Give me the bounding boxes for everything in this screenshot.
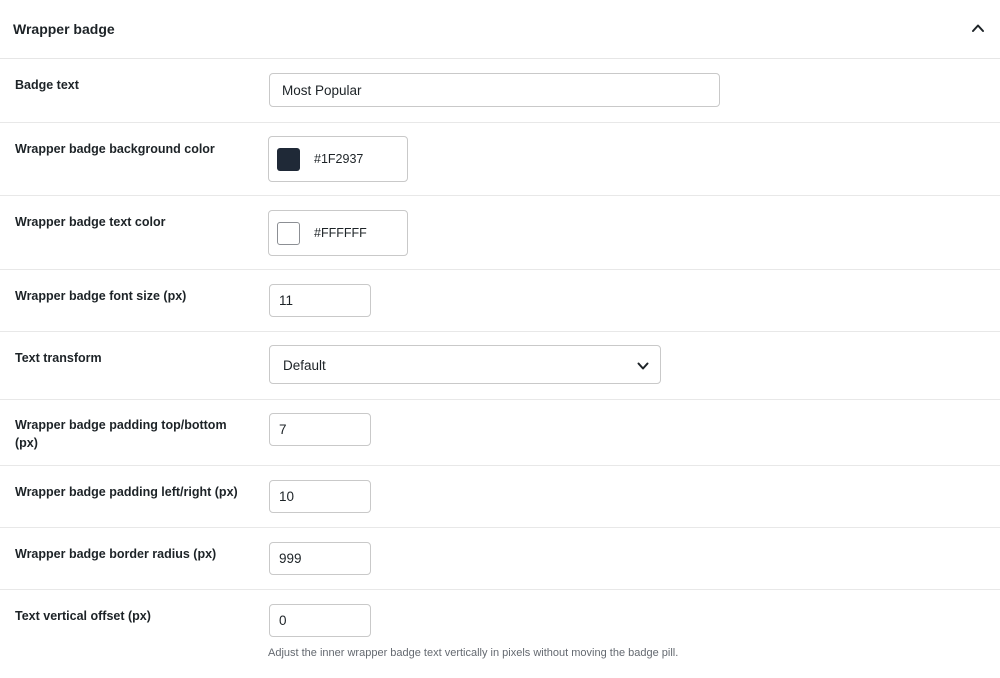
- panel-header[interactable]: Wrapper badge: [0, 0, 1000, 59]
- vertical-offset-input[interactable]: [269, 604, 371, 637]
- text-transform-value: Default: [283, 358, 326, 373]
- padding-lr-label: Wrapper badge padding left/right (px): [15, 485, 238, 499]
- vertical-offset-help: Adjust the inner wrapper badge text vert…: [268, 647, 679, 659]
- padding-tb-input[interactable]: [269, 413, 371, 446]
- vertical-offset-label: Text vertical offset (px): [15, 609, 151, 623]
- font-size-label: Wrapper badge font size (px): [15, 289, 187, 303]
- font-size-input[interactable]: [269, 284, 371, 317]
- row-text-transform: Text transform Default: [0, 332, 1000, 400]
- row-text-color: Wrapper badge text color #FFFFFF: [0, 196, 1000, 270]
- row-bg-color: Wrapper badge background color #1F2937: [0, 123, 1000, 196]
- badge-text-label: Badge text: [15, 78, 79, 92]
- text-transform-select[interactable]: Default: [269, 345, 661, 384]
- row-border-radius: Wrapper badge border radius (px): [0, 528, 1000, 590]
- collapse-toggle-button[interactable]: [966, 16, 990, 40]
- row-vertical-offset: Text vertical offset (px): [0, 590, 1000, 678]
- text-color-hex: #FFFFFF: [314, 226, 367, 240]
- border-radius-label: Wrapper badge border radius (px): [15, 547, 217, 561]
- bg-color-picker[interactable]: #1F2937: [268, 136, 408, 182]
- row-padding-tb: Wrapper badge padding top/bottom (px): [0, 400, 1000, 466]
- text-transform-label: Text transform: [15, 351, 102, 365]
- border-radius-input[interactable]: [269, 542, 371, 575]
- padding-lr-input[interactable]: [269, 480, 371, 513]
- padding-tb-label: Wrapper badge padding top/bottom (px): [15, 418, 227, 450]
- row-padding-lr: Wrapper badge padding left/right (px): [0, 466, 1000, 528]
- row-font-size: Wrapper badge font size (px): [0, 270, 1000, 332]
- chevron-down-icon: [637, 362, 649, 370]
- text-color-swatch: [277, 222, 300, 245]
- row-badge-text: Badge text: [0, 59, 1000, 123]
- badge-text-input[interactable]: [269, 73, 720, 107]
- chevron-up-icon: [972, 24, 984, 32]
- bg-color-label: Wrapper badge background color: [15, 142, 215, 156]
- text-color-picker[interactable]: #FFFFFF: [268, 210, 408, 256]
- wrapper-badge-panel: Wrapper badge Badge text Wrapper badge b…: [0, 0, 1000, 678]
- bg-color-hex: #1F2937: [314, 152, 364, 166]
- text-color-label: Wrapper badge text color: [15, 215, 166, 229]
- panel-title: Wrapper badge: [13, 21, 115, 37]
- bg-color-swatch: [277, 148, 300, 171]
